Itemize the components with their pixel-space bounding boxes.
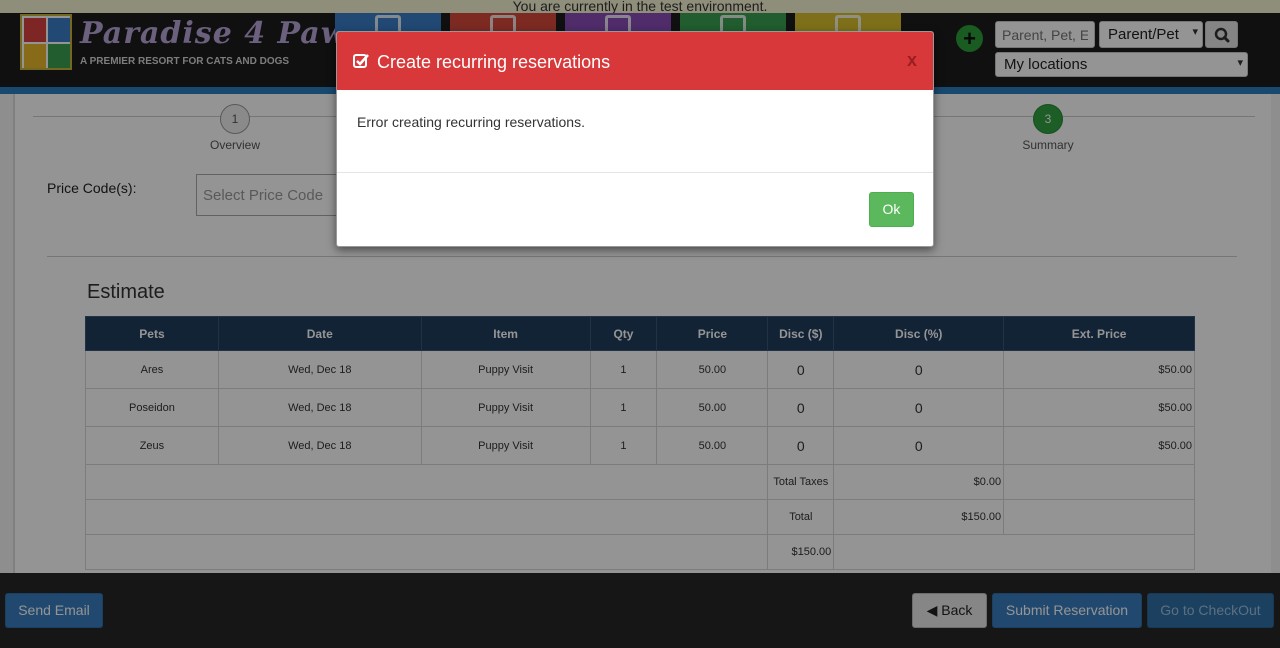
checkbox-icon	[353, 54, 369, 68]
modal-divider	[337, 172, 933, 173]
modal-header: Create recurring reservations x	[337, 32, 933, 90]
recurring-reservations-modal: Create recurring reservations x Error cr…	[336, 31, 934, 247]
modal-title: Create recurring reservations	[377, 52, 611, 72]
close-button[interactable]: x	[907, 50, 917, 71]
ok-button[interactable]: Ok	[869, 192, 914, 227]
modal-message: Error creating recurring reservations.	[357, 114, 585, 130]
